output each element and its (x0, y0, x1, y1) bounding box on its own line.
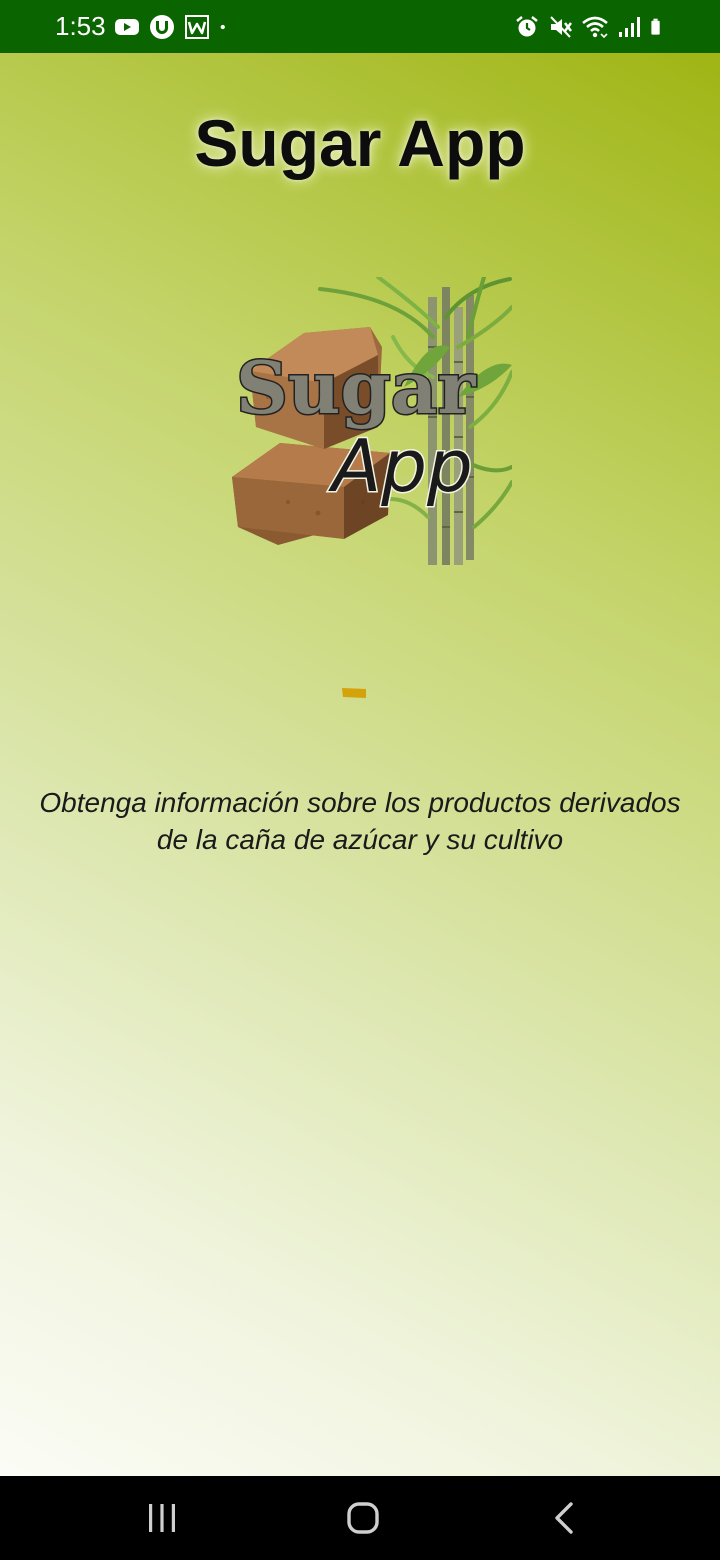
status-time: 1:53 (55, 11, 106, 41)
tagline-line-1: Obtenga información sobre los productos … (39, 787, 681, 818)
tagline-line-2: de la caña de azúcar y su cultivo (156, 824, 564, 855)
logo-word-app: App (328, 424, 473, 508)
back-icon[interactable] (540, 1494, 588, 1542)
wifi-icon (582, 16, 608, 39)
navigation-bar (0, 1476, 720, 1560)
mute-icon (550, 16, 572, 38)
app-title: Sugar App (194, 106, 526, 180)
recent-apps-icon[interactable] (138, 1494, 186, 1542)
signal-icon (619, 17, 640, 37)
u-app-icon (150, 15, 174, 39)
status-notification-icons (114, 12, 233, 42)
sugar-app-logo: Sugar App (232, 277, 512, 565)
youtube-icon (115, 19, 139, 35)
status-system-icons (514, 12, 668, 42)
app-tagline: Obtenga información sobre los productos … (0, 784, 720, 858)
logo-word-sugar: Sugar (236, 345, 476, 430)
battery-icon (651, 18, 660, 35)
loading-indicator (342, 688, 366, 698)
alarm-icon (516, 16, 538, 37)
status-bar: 1:53 (0, 0, 720, 53)
home-icon[interactable] (339, 1494, 387, 1542)
notification-dot-icon (220, 24, 225, 30)
splash-screen: Sugar App Sugar App Obtenga información … (0, 53, 720, 1476)
word-icon (185, 15, 209, 39)
